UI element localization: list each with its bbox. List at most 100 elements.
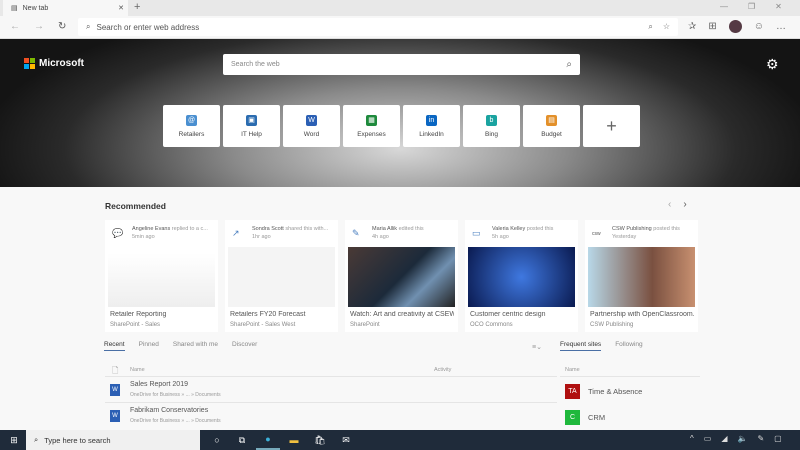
card-source: SharePoint - Sales bbox=[110, 322, 160, 328]
card-source: SharePoint bbox=[350, 322, 380, 328]
taskbar-search[interactable]: ⌕ Type here to search bbox=[26, 430, 200, 450]
file-path: OneDrive for Business » ... » Documents bbox=[130, 392, 221, 398]
card-thumbnail bbox=[108, 247, 215, 307]
favorite-star-icon[interactable]: ☆ bbox=[663, 22, 670, 32]
restore-button[interactable]: ❐ bbox=[748, 2, 755, 11]
card-activity: Maria Allik edited this bbox=[372, 226, 456, 232]
quick-link-tile[interactable]: bBing bbox=[463, 105, 520, 147]
add-site-button[interactable]: + bbox=[583, 105, 640, 147]
recommended-title: Recommended bbox=[105, 201, 166, 211]
card-thumbnail bbox=[588, 247, 695, 307]
recommended-card[interactable]: csw CSW Publishing posted this Yesterday… bbox=[585, 220, 698, 332]
tab-new-tab[interactable]: ▤ New tab ✕ bbox=[3, 0, 128, 16]
file-explorer-icon[interactable]: ▬ bbox=[282, 430, 306, 450]
recommended-card[interactable]: ↗ Sondra Scott shared this with... 1hr a… bbox=[225, 220, 338, 332]
site-badge: TA bbox=[565, 384, 580, 399]
mail-icon[interactable]: ✉ bbox=[334, 430, 358, 450]
site-row[interactable]: TA Time & Absence bbox=[560, 378, 700, 404]
card-title: Customer centric design bbox=[470, 311, 574, 318]
card-time: 5h ago bbox=[492, 234, 509, 240]
tab-pinned[interactable]: Pinned bbox=[139, 341, 159, 351]
microsoft-logo: Microsoft bbox=[24, 58, 84, 69]
card-thumbnail bbox=[228, 247, 335, 307]
site-name: Time & Absence bbox=[588, 387, 642, 396]
tab-recent[interactable]: Recent bbox=[104, 341, 125, 351]
recommended-card[interactable]: 💬 Angeline Evans replied to a c... 5min … bbox=[105, 220, 218, 332]
prev-icon[interactable]: ‹ bbox=[668, 199, 671, 210]
search-icon: ⌕ bbox=[34, 435, 38, 445]
feedback-icon[interactable]: ☺ bbox=[754, 21, 764, 32]
volume-icon[interactable]: 🔈 bbox=[737, 434, 747, 443]
tile-label: IT Help bbox=[241, 131, 262, 138]
search-icon[interactable]: ⌕ bbox=[566, 59, 572, 70]
site-icon: @ bbox=[186, 115, 197, 126]
site-icon: W bbox=[306, 115, 317, 126]
view-options-icon[interactable]: ≡⌄ bbox=[532, 343, 542, 351]
taskbar-search-placeholder: Type here to search bbox=[44, 436, 110, 445]
file-row[interactable]: WFabrikam ConservatoriesOneDrive for Bus… bbox=[105, 402, 557, 428]
favorites-icon[interactable]: ✰ bbox=[688, 21, 696, 32]
settings-gear-icon[interactable]: ⚙ bbox=[766, 56, 779, 73]
card-activity: Angeline Evans replied to a c... bbox=[132, 226, 216, 232]
collections-icon[interactable]: ⊞ bbox=[708, 21, 716, 32]
activity-icon: csw bbox=[592, 231, 601, 237]
card-source: CSW Publishing bbox=[590, 322, 633, 328]
tile-label: LinkedIn bbox=[419, 131, 444, 138]
site-icon: in bbox=[426, 115, 437, 126]
network-icon[interactable]: ◢ bbox=[721, 434, 727, 443]
pen-icon[interactable]: ✎ bbox=[757, 434, 764, 443]
activity-icon: ✎ bbox=[352, 228, 360, 239]
address-bar[interactable]: ⌕ Search or enter web address ⌕ ☆ bbox=[78, 18, 678, 36]
new-tab-button[interactable]: + bbox=[134, 1, 140, 13]
avatar[interactable] bbox=[729, 20, 742, 33]
site-row[interactable]: CCRM bbox=[560, 404, 700, 430]
cortana-icon[interactable]: ○ bbox=[205, 430, 229, 450]
tab-shared-with-me[interactable]: Shared with me bbox=[173, 341, 218, 351]
quick-link-tile[interactable]: @Retailers bbox=[163, 105, 220, 147]
activity-icon: 💬 bbox=[112, 228, 123, 239]
more-icon[interactable]: … bbox=[776, 21, 786, 32]
page-icon: ▤ bbox=[11, 4, 18, 12]
minimize-button[interactable]: — bbox=[720, 2, 728, 11]
chevron-up-icon[interactable]: ^ bbox=[690, 434, 694, 443]
recommended-card[interactable]: ▭ Valeria Kelley posted this 5h ago Cust… bbox=[465, 220, 578, 332]
store-icon[interactable]: 🛍 bbox=[308, 430, 332, 450]
next-icon[interactable]: › bbox=[683, 199, 686, 210]
web-search-input[interactable]: Search the web ⌕ bbox=[223, 54, 580, 75]
quick-link-tile[interactable]: ▤Budget bbox=[523, 105, 580, 147]
card-title: Retailers FY20 Forecast bbox=[230, 311, 334, 318]
card-time: 1hr ago bbox=[252, 234, 271, 240]
file-row[interactable]: WSales Report 2019OneDrive for Business … bbox=[105, 376, 557, 402]
card-title: Watch: Art and creativity at CSEW... bbox=[350, 311, 454, 318]
card-title: Retailer Reporting bbox=[110, 311, 214, 318]
zoom-icon[interactable]: ⌕ bbox=[648, 22, 652, 32]
tab-frequent-sites[interactable]: Frequent sites bbox=[560, 341, 601, 351]
card-activity: CSW Publishing posted this bbox=[612, 226, 696, 232]
file-path: OneDrive for Business » ... » Documents bbox=[130, 418, 221, 424]
close-window-button[interactable]: ✕ bbox=[775, 2, 782, 11]
address-placeholder: Search or enter web address bbox=[96, 23, 199, 32]
quick-link-tile[interactable]: ▦Expenses bbox=[343, 105, 400, 147]
task-view-icon[interactable]: ⧉ bbox=[230, 430, 254, 450]
quick-link-tile[interactable]: ▣ IT Help bbox=[223, 105, 280, 147]
tab-following[interactable]: Following bbox=[615, 341, 642, 351]
recommended-card[interactable]: ✎ Maria Allik edited this 4h ago Watch: … bbox=[345, 220, 458, 332]
notifications-icon[interactable]: ▢ bbox=[774, 434, 782, 443]
refresh-icon[interactable]: ↻ bbox=[58, 21, 66, 32]
site-icon: ▣ bbox=[246, 115, 257, 126]
search-icon: ⌕ bbox=[86, 22, 90, 32]
back-icon[interactable]: ← bbox=[10, 21, 20, 32]
forward-icon[interactable]: → bbox=[34, 21, 44, 32]
close-tab-icon[interactable]: ✕ bbox=[118, 4, 124, 12]
edge-icon[interactable]: ● bbox=[256, 430, 280, 450]
search-placeholder: Search the web bbox=[231, 61, 280, 68]
site-name: CRM bbox=[588, 413, 605, 422]
quick-link-tile[interactable]: WWord bbox=[283, 105, 340, 147]
tab-discover[interactable]: Discover bbox=[232, 341, 257, 351]
battery-icon[interactable]: ▭ bbox=[704, 434, 712, 443]
card-title: Partnership with OpenClassroom... bbox=[590, 311, 694, 318]
quick-link-tile[interactable]: in LinkedIn bbox=[403, 105, 460, 147]
col-name: Name bbox=[130, 367, 145, 373]
start-button[interactable]: ⊞ bbox=[2, 430, 26, 450]
tab-title: New tab bbox=[23, 5, 49, 12]
